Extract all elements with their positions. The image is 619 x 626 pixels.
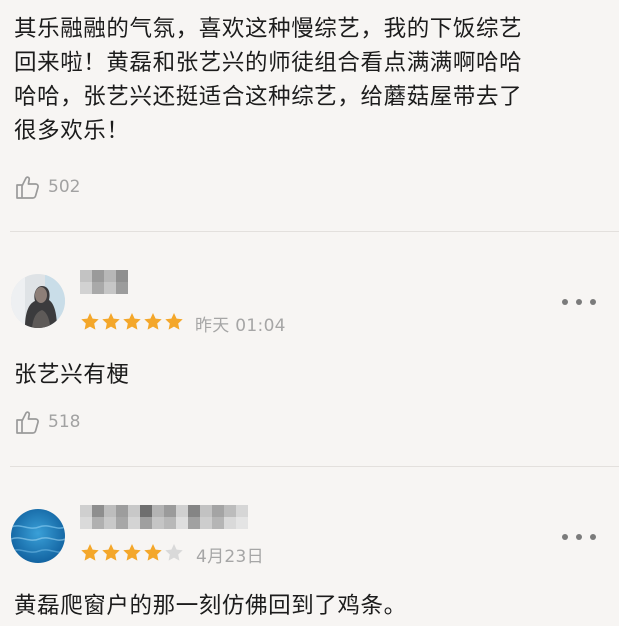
avatar[interactable] [11, 274, 65, 328]
username-mosaic [80, 505, 248, 529]
comment-timestamp: 4月23日 [196, 547, 264, 567]
star-icon [123, 313, 141, 330]
more-dots-icon [590, 299, 596, 305]
comment-timestamp: 昨天 01:04 [195, 316, 286, 336]
avatar-person-photo-icon [11, 274, 65, 328]
username-mosaic [80, 270, 128, 294]
star-icon [81, 313, 99, 330]
rating-stars [80, 312, 185, 331]
comment-text: 黄磊爬窗户的那一刻仿佛回到了鸡条。 [14, 593, 407, 619]
like-button[interactable]: 502 [14, 172, 80, 202]
like-button[interactable]: 518 [14, 407, 80, 437]
avatar-blue-water-icon [11, 509, 65, 563]
comment-text: 张艺兴有梗 [14, 362, 130, 388]
more-options-button[interactable] [562, 294, 596, 310]
star-icon [165, 544, 183, 561]
avatar[interactable] [11, 509, 65, 563]
comment-text-line: 哈哈，张艺兴还挺适合这种综艺，给蘑菇屋带去了 [14, 84, 523, 110]
like-count: 518 [48, 412, 81, 432]
thumbs-up-icon [16, 176, 39, 199]
comment-item-3: 4月23日 黄磊爬窗户的那一刻仿佛回到了鸡条。 [0, 467, 619, 626]
comment-text-line: 很多欢乐！ [14, 118, 130, 144]
star-icon [144, 544, 162, 561]
comment-text-line: 回来啦！黄磊和张艺兴的师徒组合看点满满啊哈哈 [14, 50, 523, 76]
thumbs-up-icon [16, 411, 39, 434]
star-icon [102, 313, 120, 330]
like-count: 502 [48, 177, 81, 197]
comment-item-2: 昨天 01:04 张艺兴有梗 518 [0, 232, 619, 466]
more-dots-icon [576, 299, 582, 305]
more-dots-icon [562, 299, 568, 305]
comment-text: 其乐融融的气氛，喜欢这种慢综艺，我的下饭综艺 回来啦！黄磊和张艺兴的师徒组合看点… [14, 12, 609, 148]
comment-item-1: 其乐融融的气氛，喜欢这种慢综艺，我的下饭综艺 回来啦！黄磊和张艺兴的师徒组合看点… [0, 0, 619, 232]
star-icon [123, 544, 141, 561]
comment-text-line: 其乐融融的气氛，喜欢这种慢综艺，我的下饭综艺 [14, 16, 523, 42]
star-icon [81, 544, 99, 561]
rating-stars [80, 543, 185, 562]
more-dots-icon [562, 534, 568, 540]
star-icon [102, 544, 120, 561]
star-icon [165, 313, 183, 330]
more-options-button[interactable] [562, 529, 596, 545]
star-icon [144, 313, 162, 330]
more-dots-icon [590, 534, 596, 540]
more-dots-icon [576, 534, 582, 540]
